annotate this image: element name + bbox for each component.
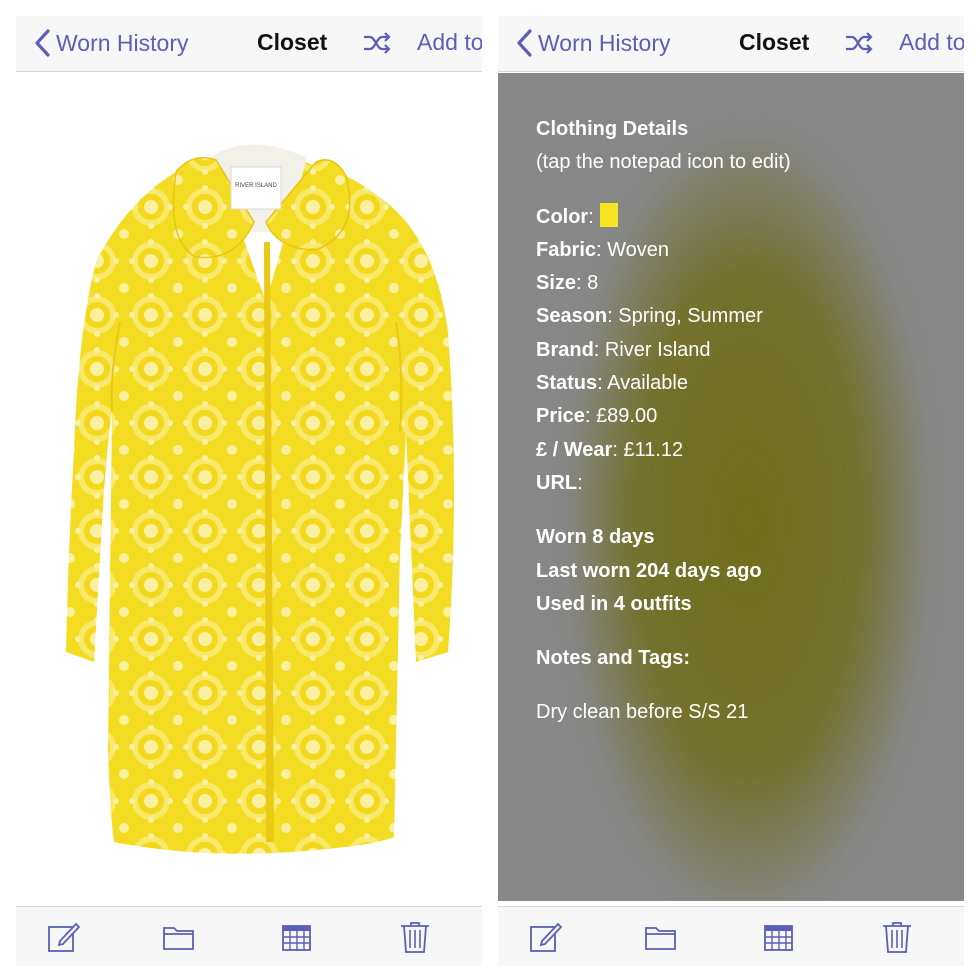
details-subheading: (tap the notepad icon to edit) [536, 151, 791, 174]
price-label: Price [536, 405, 585, 428]
fabric-label: Fabric [536, 238, 597, 261]
bottom-toolbar [498, 906, 964, 966]
used-in-outfits: Used in 4 outfits [536, 592, 692, 615]
back-button[interactable]: Worn History [514, 28, 671, 58]
garment-photo: RIVER ISLAND [16, 72, 482, 906]
calendar-icon[interactable] [280, 921, 314, 953]
shuffle-icon[interactable] [362, 30, 392, 56]
back-button-label: Worn History [538, 29, 671, 56]
add-to-button[interactable]: Add to [417, 29, 482, 56]
brand-tag-text: RIVER ISLAND [235, 183, 277, 189]
season-value: Spring, Summer [618, 305, 763, 328]
brand-label: Brand [536, 338, 594, 361]
color-label: Color [536, 205, 589, 228]
fabric-row: Fabric: Woven [536, 238, 670, 261]
trash-icon[interactable] [398, 921, 432, 953]
url-label: URL [536, 471, 578, 494]
item-photo-screen: Worn History Closet Add to RIVER ISLAND [16, 16, 482, 966]
bottom-toolbar [16, 906, 482, 966]
season-label: Season [536, 305, 608, 328]
status-row: Status: Available [536, 372, 688, 395]
notes-heading: Notes and Tags: [536, 647, 691, 670]
notes-text: Dry clean before S/S 21 [536, 701, 749, 724]
last-worn: Last worn 204 days ago [536, 559, 762, 582]
size-value: 8 [587, 272, 599, 295]
page-title: Closet [257, 29, 328, 55]
price-row: Price: £89.00 [536, 405, 658, 428]
details-heading: Clothing Details [536, 118, 689, 140]
cost-per-wear-value: £11.12 [623, 438, 684, 461]
size-label: Size [536, 272, 577, 295]
url-row: URL: [536, 471, 583, 494]
clothing-details-panel: Clothing Details (tap the notepad icon t… [498, 73, 964, 901]
calendar-icon[interactable] [762, 921, 796, 953]
folder-icon[interactable] [162, 921, 196, 953]
brand-row: Brand: River Island [536, 338, 711, 361]
shuffle-icon[interactable] [844, 30, 874, 56]
trash-icon[interactable] [880, 921, 914, 953]
chevron-left-icon [35, 29, 50, 57]
price-value: £89.00 [596, 405, 658, 428]
size-row: Size: 8 [536, 272, 599, 295]
chevron-left-icon [517, 29, 532, 57]
yellow-lace-coat-image: RIVER ISLAND [66, 144, 454, 854]
worn-count: Worn 8 days [536, 526, 655, 549]
notepad-edit-icon[interactable] [46, 921, 80, 953]
cost-per-wear-label: £ / Wear [536, 438, 613, 461]
status-label: Status [536, 372, 598, 395]
back-button-label: Worn History [56, 29, 189, 56]
color-swatch [599, 202, 618, 227]
item-details-screen: Worn History Closet Add to Clothing Deta… [498, 16, 964, 966]
fabric-value: Woven [607, 238, 670, 261]
notepad-edit-icon[interactable] [528, 921, 562, 953]
color-row: Color: [536, 201, 946, 234]
brand-value: River Island [604, 338, 711, 361]
nav-bar: Worn History Closet Add to [16, 16, 482, 72]
nav-bar: Worn History Closet Add to [498, 16, 964, 72]
cost-per-wear-row: £ / Wear: £11.12 [536, 438, 684, 461]
folder-icon[interactable] [644, 921, 678, 953]
page-title: Closet [739, 29, 810, 55]
season-row: Season: Spring, Summer [536, 305, 763, 328]
back-button[interactable]: Worn History [32, 28, 189, 58]
add-to-button[interactable]: Add to [899, 29, 964, 56]
details-list: Clothing Details (tap the notepad icon t… [536, 113, 946, 730]
status-value: Available [607, 372, 688, 395]
